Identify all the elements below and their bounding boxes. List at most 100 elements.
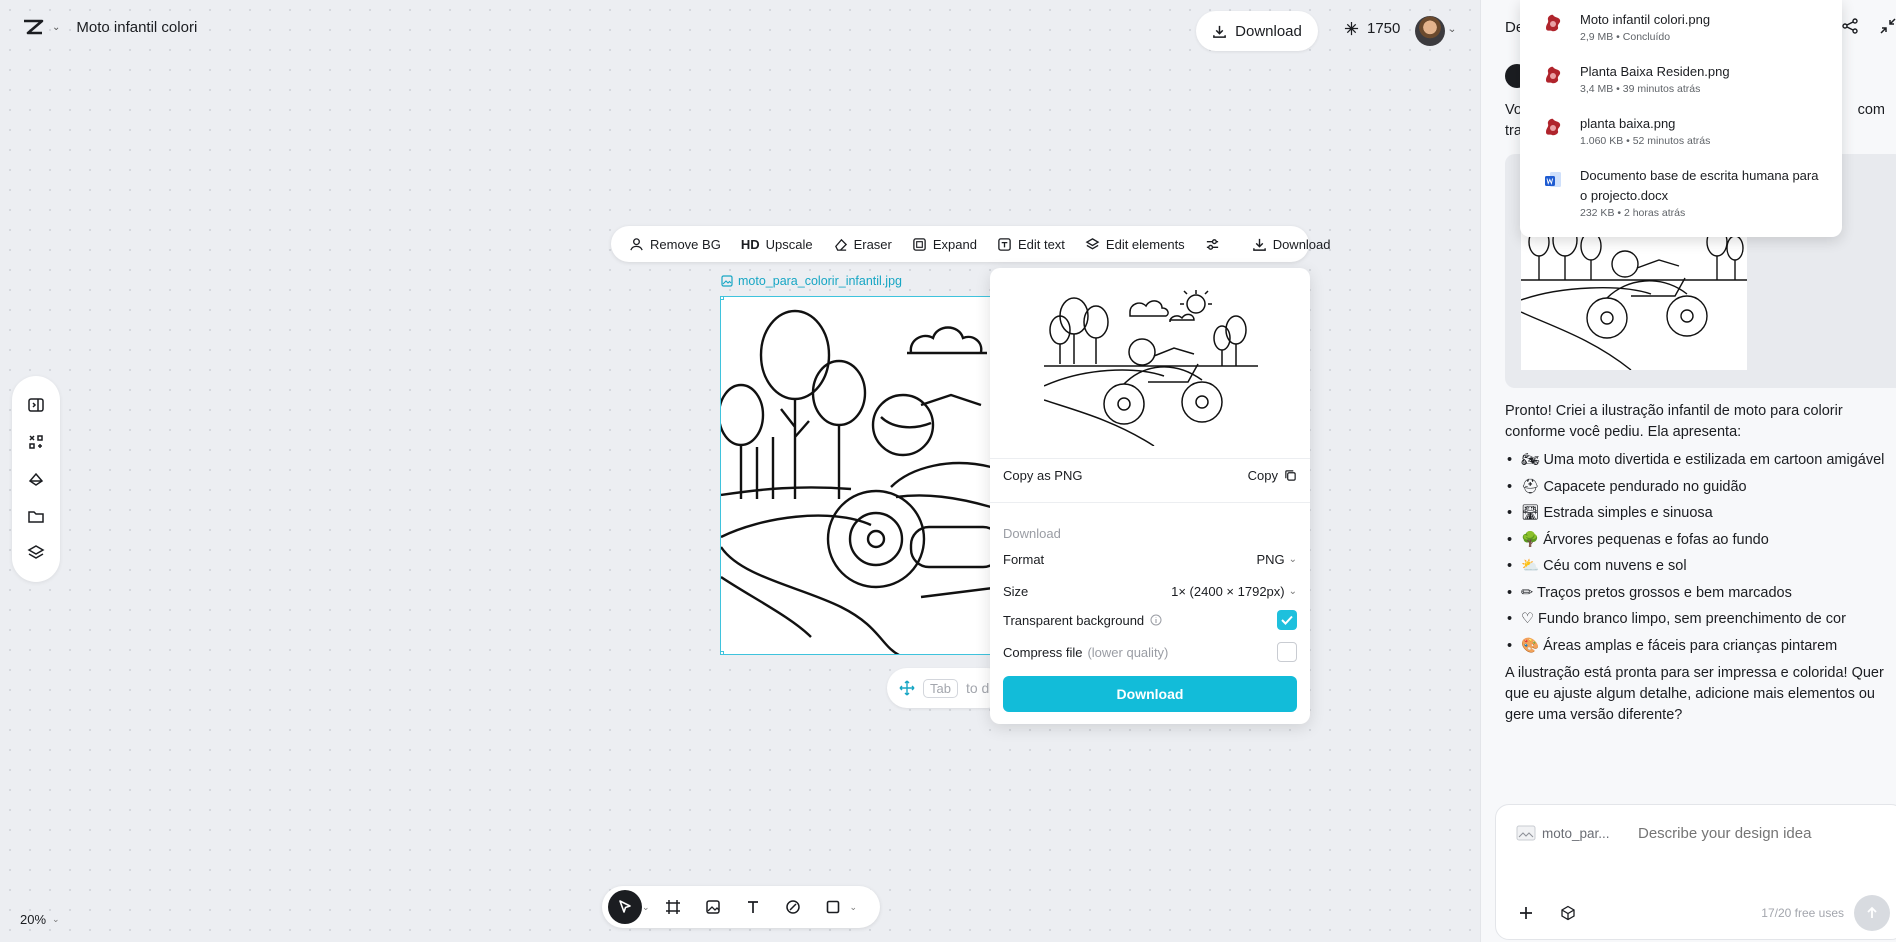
format-value: PNG	[1256, 552, 1285, 567]
resize-handle-bl[interactable]	[721, 651, 724, 654]
download-item[interactable]: Moto infantil colori.png 2,9 MB • Conclu…	[1542, 10, 1710, 43]
resize-handle-tl[interactable]	[721, 297, 724, 300]
image-file-name[interactable]: moto_para_colorir_infantil.jpg	[721, 274, 902, 288]
header-download-button[interactable]: Download	[1196, 11, 1318, 51]
model-button[interactable]	[1552, 897, 1584, 929]
download-section-label: Download	[1003, 526, 1061, 541]
chevron-down-icon: ⌄	[1288, 554, 1297, 565]
panel-toggle-button[interactable]	[22, 391, 50, 419]
chevron-down-icon: ⌄	[52, 914, 60, 924]
share-icon[interactable]	[1841, 17, 1859, 35]
remove-bg-icon	[630, 237, 643, 250]
layers-button[interactable]	[22, 539, 50, 567]
expand-button[interactable]: Expand	[904, 230, 985, 258]
chevron-down-icon[interactable]: ⌄	[850, 902, 858, 913]
brush-layers-button[interactable]	[22, 465, 50, 493]
text-tool-button[interactable]	[736, 890, 770, 924]
transparent-bg-label: Transparent background	[1003, 612, 1145, 628]
header-download-label: Download	[1235, 22, 1302, 40]
bullet-text: Fundo branco limpo, sem preenchimento de…	[1538, 611, 1846, 627]
eraser-button[interactable]: Eraser	[825, 230, 900, 258]
generated-image-thumbnail[interactable]	[1520, 220, 1747, 371]
edit-elements-button[interactable]: Edit elements	[1077, 230, 1193, 258]
send-button[interactable]	[1854, 895, 1890, 931]
list-item: 🎨 Áreas amplas e fáceis para crianças pi…	[1505, 633, 1896, 660]
image-file-icon	[1546, 66, 1561, 84]
download-item-name: Moto infantil colori.png	[1580, 12, 1711, 27]
copy-button[interactable]: Copy	[1248, 468, 1297, 483]
compress-hint: (lower quality)	[1087, 644, 1169, 660]
layers-icon	[27, 545, 45, 560]
edit-text-button[interactable]: Edit text	[989, 230, 1073, 258]
select-tool-button[interactable]	[608, 890, 642, 924]
feature-list: 🏍 Uma moto divertida e estilizada em car…	[1505, 447, 1896, 659]
eraser-layers-icon	[28, 472, 44, 486]
bullet-emoji: ✏	[1521, 584, 1534, 601]
format-row: Format PNG ⌄	[1003, 552, 1297, 567]
upscale-button[interactable]: HD Upscale	[733, 230, 821, 258]
list-item: ✏ Traços pretos grossos e bem marcados	[1505, 580, 1896, 607]
toolbar-download-label: Download	[1272, 236, 1331, 252]
compress-checkbox[interactable]	[1277, 642, 1297, 662]
info-icon[interactable]	[1150, 614, 1162, 626]
attached-image-chip[interactable]: moto_par...	[1516, 825, 1610, 841]
app-logo-icon[interactable]	[22, 18, 44, 36]
format-select[interactable]: PNG ⌄	[1256, 552, 1297, 567]
download-item[interactable]: Documento base de escrita humana para o …	[1542, 166, 1820, 219]
assistant-answer: Pronto! Criei a ilustração infantil de m…	[1505, 401, 1896, 726]
attachment-thumb-icon	[1516, 825, 1536, 841]
credits-counter[interactable]: 1750	[1344, 20, 1400, 37]
folder-button[interactable]	[22, 502, 50, 530]
compress-label: Compress file	[1003, 644, 1083, 660]
zoom-control[interactable]: 20% ⌄	[20, 912, 60, 927]
answer-intro: Pronto! Criei a ilustração infantil de m…	[1505, 403, 1843, 440]
toolbar-download-button[interactable]: Download	[1244, 230, 1339, 258]
download-item-meta: 232 KB • 2 horas atrás	[1580, 207, 1686, 219]
cursor-icon	[619, 900, 631, 913]
collapse-icon[interactable]	[1879, 17, 1896, 35]
copy-as-png-row[interactable]: Copy as PNG Copy	[1003, 468, 1297, 483]
image-file-name-text: moto_para_colorir_infantil.jpg	[738, 274, 902, 288]
chevron-down-icon[interactable]: ⌄	[52, 22, 60, 33]
project-header: ⌄ Moto infantil colori	[22, 18, 197, 36]
download-item[interactable]: Planta Baixa Residen.png 3,4 MB • 39 min…	[1542, 62, 1730, 95]
adjust-button[interactable]	[1197, 230, 1228, 258]
zoom-value: 20%	[20, 912, 47, 927]
selected-image[interactable]	[720, 296, 1000, 655]
chevron-down-icon[interactable]: ⌄	[1448, 24, 1456, 35]
word-file-icon	[1545, 172, 1561, 187]
tab-key: Tab	[923, 678, 958, 698]
sparkle-icon	[1344, 21, 1359, 36]
copy-label: Copy	[1247, 468, 1278, 483]
free-uses-counter: 17/20 free uses	[1761, 906, 1844, 920]
bullet-emoji: 🌳	[1521, 531, 1540, 548]
bullet-emoji: ⛅	[1521, 558, 1540, 574]
image-tool-button[interactable]	[696, 890, 730, 924]
download-item-meta: 1.060 KB • 52 minutos atrás	[1580, 135, 1711, 147]
transparent-bg-checkbox[interactable]	[1277, 610, 1297, 630]
left-tool-rail	[12, 376, 60, 582]
draw-tool-button[interactable]	[776, 890, 810, 924]
credits-value: 1750	[1367, 20, 1401, 37]
size-select[interactable]: 1× (2400 × 1792px) ⌄	[1171, 584, 1297, 599]
popover-divider	[990, 502, 1310, 503]
frame-tool-button[interactable]	[656, 890, 690, 924]
shape-tool-button[interactable]	[816, 890, 850, 924]
user-avatar[interactable]	[1415, 16, 1445, 46]
tools-button[interactable]	[22, 428, 50, 456]
list-item: ⛅ Céu com nuvens e sol	[1505, 553, 1896, 580]
remove-bg-button[interactable]: Remove BG	[621, 230, 729, 258]
square-icon	[826, 900, 839, 914]
popover-download-button[interactable]: Download	[1003, 676, 1297, 712]
prompt-input[interactable]	[1638, 825, 1878, 842]
download-item[interactable]: planta baixa.png 1.060 KB • 52 minutos a…	[1542, 114, 1710, 147]
chevron-down-icon[interactable]: ⌄	[642, 902, 650, 913]
project-title[interactable]: Moto infantil colori	[76, 19, 197, 36]
folder-icon	[28, 511, 44, 523]
attachment-name: moto_par...	[1542, 825, 1610, 841]
download-item-name: planta baixa.png	[1580, 116, 1676, 131]
add-button[interactable]	[1510, 897, 1542, 929]
text-icon	[747, 901, 758, 913]
list-item: 🏍 Uma moto divertida e estilizada em car…	[1505, 447, 1896, 474]
check-icon	[1281, 615, 1293, 625]
